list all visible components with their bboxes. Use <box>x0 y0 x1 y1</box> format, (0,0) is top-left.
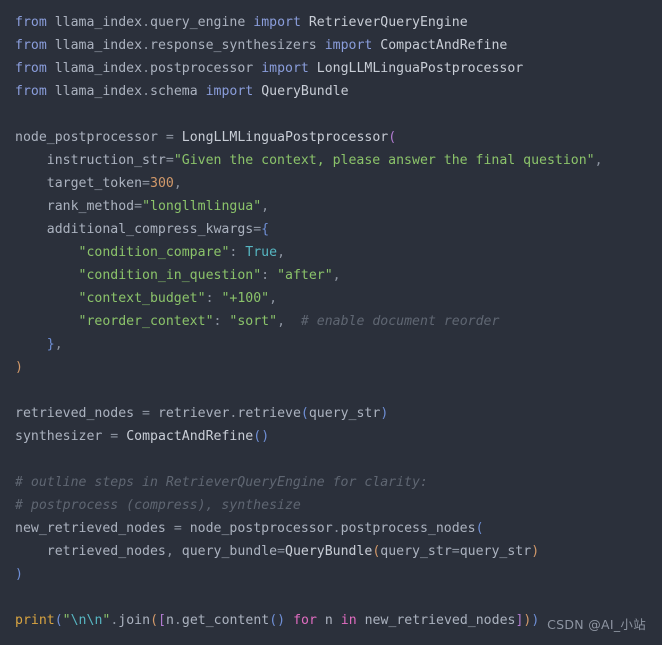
code-line: "condition_compare": True, <box>78 245 286 260</box>
code-line: rank_method="longllmlingua", <box>46 199 270 214</box>
code-line: node_postprocessor = LongLLMLinguaPostpr… <box>15 130 397 145</box>
code-block[interactable]: from llama_index.query_engine import Ret… <box>0 0 662 645</box>
code-line: "reorder_context": "sort", # enable docu… <box>78 314 500 329</box>
code-line: ) <box>15 567 23 582</box>
code-screenshot: from llama_index.query_engine import Ret… <box>0 0 662 645</box>
code-line: "condition_in_question": "after", <box>78 268 341 283</box>
code-line: synthesizer = CompactAndRefine() <box>15 429 270 444</box>
code-line: additional_compress_kwargs={ <box>46 222 270 237</box>
code-line: ) <box>15 360 23 375</box>
code-line: "context_budget": "+100", <box>78 291 278 306</box>
code-line: # postprocess (compress), synthesize <box>15 498 301 513</box>
code-line: target_token=300, <box>46 176 182 191</box>
code-line: from llama_index.postprocessor import Lo… <box>15 61 524 76</box>
code-line: # outline steps in RetrieverQueryEngine … <box>15 475 428 490</box>
code-line: from llama_index.schema import QueryBund… <box>15 84 349 99</box>
csdn-watermark: CSDN @AI_小站 <box>547 617 646 632</box>
code-line: retrieved_nodes, query_bundle=QueryBundl… <box>46 544 540 559</box>
code-line: from llama_index.response_synthesizers i… <box>15 38 508 53</box>
code-line: new_retrieved_nodes = node_postprocessor… <box>15 521 484 536</box>
code-line: instruction_str="Given the context, plea… <box>46 153 603 168</box>
code-line: retrieved_nodes = retriever.retrieve(que… <box>15 406 389 421</box>
code-line: from llama_index.query_engine import Ret… <box>15 15 468 30</box>
code-line: }, <box>46 337 63 352</box>
